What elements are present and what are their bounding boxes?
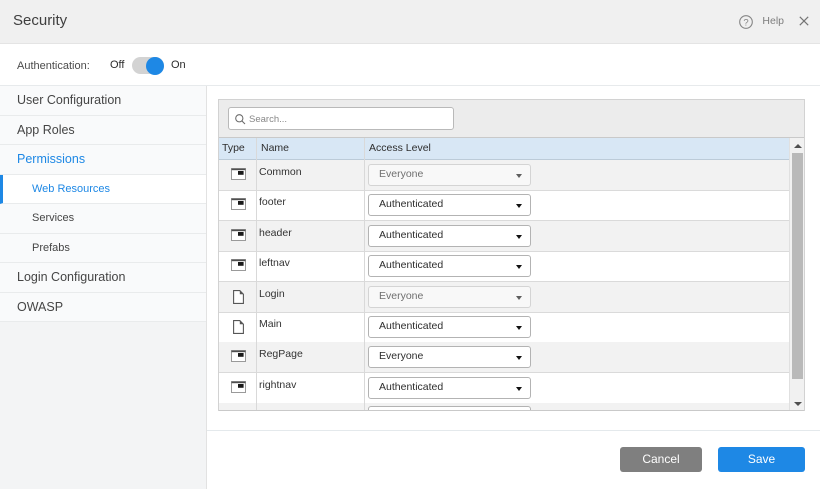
- svg-text:?: ?: [743, 17, 748, 28]
